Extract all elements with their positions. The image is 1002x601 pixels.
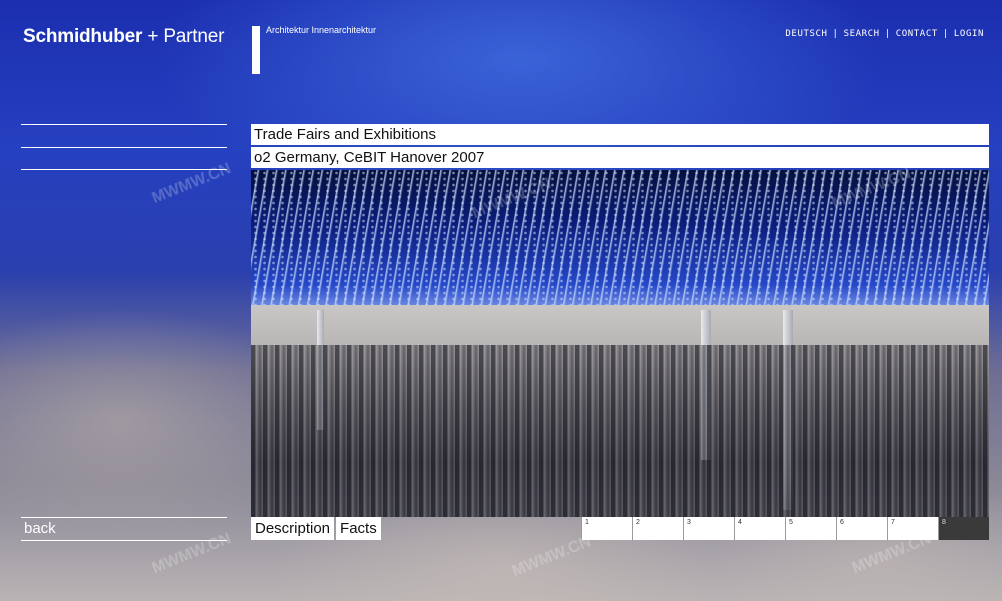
nav-separator: | — [942, 29, 949, 39]
nav-contact[interactable]: CONTACT — [896, 29, 938, 39]
content-tabs: Description Facts — [251, 517, 383, 540]
watermark: MWMW.CN — [509, 533, 594, 581]
nav-deutsch[interactable]: DEUTSCH — [785, 29, 827, 39]
brand-plus: + — [147, 26, 159, 47]
sidebar-divider — [21, 517, 227, 518]
page-3[interactable]: 3 — [683, 517, 734, 540]
photo-crowd — [251, 345, 989, 517]
page-4[interactable]: 4 — [734, 517, 785, 540]
watermark: MWMW.CN — [149, 160, 234, 208]
nav-search[interactable]: SEARCH — [844, 29, 880, 39]
page-5[interactable]: 5 — [785, 517, 836, 540]
sidebar-divider — [21, 169, 227, 170]
brand-name-bold: Schmidhuber — [23, 26, 143, 47]
tab-description[interactable]: Description — [251, 517, 335, 540]
page-8[interactable]: 8 — [938, 517, 989, 540]
project-photo — [251, 170, 989, 517]
watermark: MWMW.CN — [149, 530, 234, 578]
brand-bar — [252, 26, 260, 74]
brand-tagline: Architektur Innenarchitektur — [266, 25, 377, 35]
nav-login[interactable]: LOGIN — [954, 29, 984, 39]
nav-separator: | — [884, 29, 891, 39]
category-title: Trade Fairs and Exhibitions — [251, 124, 989, 145]
page-2[interactable]: 2 — [632, 517, 683, 540]
page-1[interactable]: 1 — [581, 517, 632, 540]
page-6[interactable]: 6 — [836, 517, 887, 540]
sidebar-divider — [21, 147, 227, 148]
back-link[interactable]: back — [24, 520, 56, 537]
sidebar-divider — [21, 124, 227, 125]
image-pager: 1 2 3 4 5 6 7 8 — [581, 517, 989, 540]
project-title: o2 Germany, CeBIT Hanover 2007 — [251, 147, 989, 168]
top-navigation: DEUTSCH | SEARCH | CONTACT | LOGIN — [785, 29, 984, 39]
brand-name-regular: Partner — [163, 26, 225, 47]
tab-facts[interactable]: Facts — [336, 517, 381, 540]
photo-ceiling-dots — [251, 170, 989, 305]
page-7[interactable]: 7 — [887, 517, 938, 540]
sidebar-divider — [21, 540, 227, 541]
brand-logo[interactable]: Schmidhuber + Partner — [23, 26, 224, 48]
nav-separator: | — [832, 29, 839, 39]
